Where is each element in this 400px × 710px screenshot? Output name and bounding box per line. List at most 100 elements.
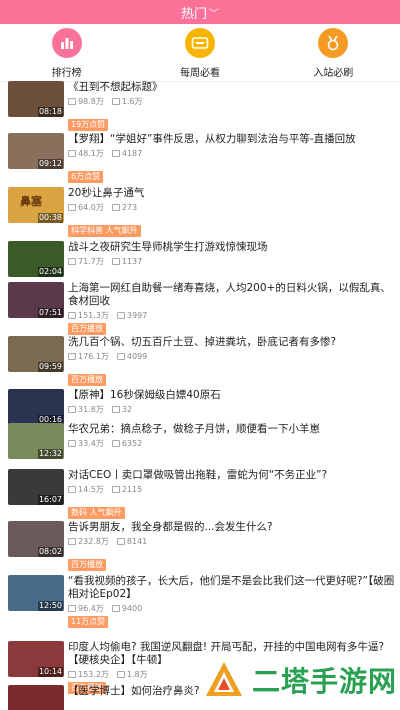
- video-title[interactable]: 【罗翔】“学姐好”事件反思，从权力聊到法治与平等-直播回放: [68, 133, 396, 146]
- play-count: 64.0万: [78, 203, 104, 212]
- play-count-icon: [68, 150, 76, 157]
- video-tag: 百万播放: [68, 323, 106, 335]
- video-title[interactable]: 告诉男朋友，我全身都是假的...会发生什么?: [68, 521, 396, 534]
- bar-chart-icon: [51, 28, 82, 58]
- video-thumbnail[interactable]: 12:50: [8, 575, 64, 611]
- page-title: 热门: [180, 6, 207, 22]
- comment-count: 1.8万: [126, 670, 148, 679]
- video-title[interactable]: 洗几百个锅、切五百斤土豆、掉进粪坑，卧底记者有多惨?: [68, 336, 396, 349]
- video-meta: 151.3万 3997: [68, 310, 396, 321]
- comment-icon: [111, 150, 120, 157]
- video-tag: 19万点赞: [68, 119, 109, 131]
- category-must-watch[interactable]: 入站必刷: [283, 28, 383, 79]
- video-duration: 08:02: [37, 547, 63, 557]
- video-tag: 科学科普 人气飙升: [68, 225, 141, 237]
- comment-icon: [111, 486, 120, 493]
- video-title[interactable]: 上海第一网红自助餐一绪寿喜烧，人均200+的日料火锅，以假乱真、食材回收: [68, 282, 396, 308]
- comment-icon: [116, 538, 125, 545]
- video-duration: 08:18: [37, 107, 63, 117]
- video-duration: 09:12: [37, 159, 63, 169]
- video-thumbnail[interactable]: 16:07: [8, 469, 64, 505]
- comment-count: 9400: [121, 604, 143, 613]
- play-count: 96.4万: [78, 604, 104, 613]
- video-thumbnail[interactable]: 09:59: [8, 336, 64, 372]
- comment-count: 8141: [126, 537, 148, 546]
- video-title[interactable]: 战斗之夜研究生导师桃学生打游戏惊悚现场: [68, 241, 396, 254]
- video-duration: 07:51: [37, 308, 63, 318]
- video-duration: 02:04: [37, 267, 63, 277]
- video-title[interactable]: 《丑到不想起标题》: [68, 81, 396, 94]
- video-title[interactable]: 20秒让鼻子通气: [68, 187, 396, 200]
- video-tag: 百万播放: [68, 374, 106, 386]
- video-tag: 百万播放: [68, 559, 106, 571]
- video-duration: 12:50: [37, 601, 63, 611]
- video-info: 战斗之夜研究生导师桃学生打游戏惊悚现场 71.7万 1137: [68, 241, 396, 267]
- video-title[interactable]: “看我视频的孩子，长大后，他们是不是会比我们这一代更好呢?”【破圈相对论Ep02…: [68, 575, 396, 601]
- video-thumbnail[interactable]: [8, 685, 64, 710]
- category-label: 排行榜: [51, 68, 82, 79]
- video-info: 告诉男朋友，我全身都是假的...会发生什么? 232.8万 8141: [68, 521, 396, 547]
- comment-count: 1.6万: [121, 97, 143, 106]
- play-count-icon: [68, 312, 76, 319]
- video-thumbnail[interactable]: 08:02: [8, 521, 64, 557]
- play-count: 98.8万: [78, 97, 104, 106]
- chevron-down-icon: ﹀: [209, 8, 219, 20]
- video-info: 20秒让鼻子通气 64.0万 273: [68, 187, 396, 213]
- video-thumbnail[interactable]: 12:32: [8, 423, 64, 459]
- video-title[interactable]: 华农兄弟：摘点稔子，做稔子月饼，顺便看一下小羊崽: [68, 423, 396, 436]
- video-tag: 6万点赞: [68, 171, 104, 183]
- video-meta: 232.8万 8141: [68, 536, 396, 547]
- comment-count: 32: [121, 405, 132, 414]
- comment-count: 3997: [126, 311, 148, 320]
- category-ranking[interactable]: 排行榜: [17, 28, 117, 79]
- watermark: 二塔手游网: [202, 650, 400, 710]
- video-thumbnail[interactable]: 07:51: [8, 282, 64, 318]
- play-count-icon: [68, 406, 76, 413]
- thumbnail-caption: 鼻塞: [20, 195, 42, 208]
- video-meta: 98.8万 1.6万: [68, 96, 396, 107]
- comment-count: 1137: [121, 257, 143, 266]
- category-weekly[interactable]: 每周必看: [150, 28, 250, 79]
- video-thumbnail[interactable]: 02:04: [8, 241, 64, 277]
- medal-icon: [318, 28, 349, 58]
- comment-icon: [116, 671, 125, 678]
- video-title[interactable]: 【原神】16秒保姆级白嫖40原石: [68, 389, 396, 402]
- play-count-icon: [68, 204, 76, 211]
- comment-count: 6352: [121, 439, 143, 448]
- video-title[interactable]: 对话CEO丨卖口罩做吸管出拖鞋，雷蛇为何“不务正业”?: [68, 469, 396, 482]
- comment-icon: [111, 406, 120, 413]
- play-count-icon: [68, 671, 76, 678]
- video-thumbnail[interactable]: 00:16: [8, 389, 64, 425]
- comment-icon: [111, 440, 120, 447]
- play-count-icon: [68, 258, 76, 265]
- video-info: 洗几百个锅、切五百斤土豆、掉进粪坑，卧底记者有多惨? 176.1万 4099: [68, 336, 396, 362]
- play-count: 151.3万: [78, 311, 109, 320]
- play-count: 176.1万: [78, 352, 109, 361]
- play-count-icon: [68, 538, 76, 545]
- video-duration: 16:07: [37, 495, 63, 505]
- play-count: 232.8万: [78, 537, 109, 546]
- video-meta: 71.7万 1137: [68, 256, 396, 267]
- video-info: 华农兄弟：摘点稔子，做稔子月饼，顺便看一下小羊崽 33.4万 6352: [68, 423, 396, 449]
- comment-icon: [111, 98, 120, 105]
- video-thumbnail[interactable]: 鼻塞 00:38: [8, 187, 64, 223]
- video-meta: 14.5万 2115: [68, 484, 396, 495]
- play-count-icon: [68, 98, 76, 105]
- video-info: 上海第一网红自助餐一绪寿喜烧，人均200+的日料火锅，以假乱真、食材回收 151.…: [68, 282, 396, 321]
- comment-icon: [111, 204, 120, 211]
- play-count: 14.5万: [78, 485, 104, 494]
- video-meta: 176.1万 4099: [68, 351, 396, 362]
- comment-count: 273: [121, 203, 138, 212]
- play-count-icon: [68, 605, 76, 612]
- video-info: 《丑到不想起标题》 98.8万 1.6万: [68, 81, 396, 107]
- comment-count: 4187: [121, 149, 143, 158]
- video-tag: 数码 人气飙升: [68, 507, 125, 519]
- video-duration: 09:59: [37, 362, 63, 372]
- tv-card-icon: [184, 28, 215, 58]
- play-count-icon: [68, 440, 76, 447]
- header-bar[interactable]: 热门 ﹀: [0, 0, 400, 24]
- video-thumbnail[interactable]: 08:18: [8, 81, 64, 117]
- video-thumbnail[interactable]: 10:14: [8, 641, 64, 677]
- comment-count: 4099: [126, 352, 148, 361]
- video-thumbnail[interactable]: 09:12: [8, 133, 64, 169]
